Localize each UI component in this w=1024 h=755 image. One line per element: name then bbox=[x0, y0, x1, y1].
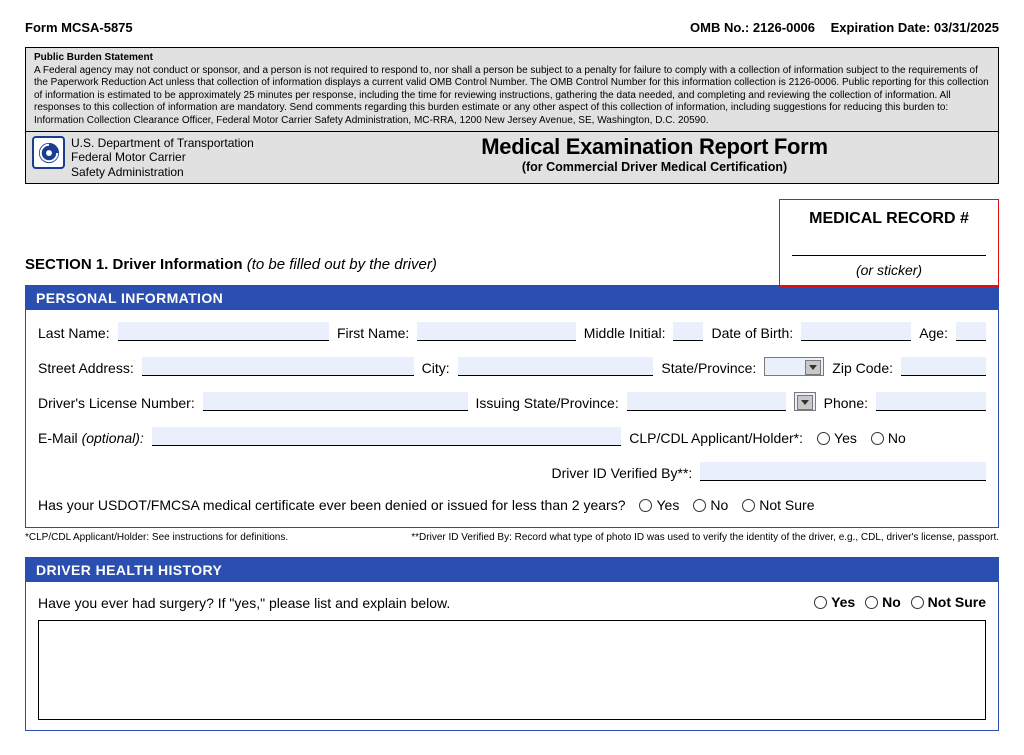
input-issuing-state[interactable] bbox=[627, 392, 786, 411]
row-name: Last Name: First Name: Middle Initial: D… bbox=[38, 322, 986, 341]
footnote-left: *CLP/CDL Applicant/Holder: See instructi… bbox=[25, 532, 288, 543]
radio-clp-no[interactable]: No bbox=[871, 430, 906, 446]
burden-statement-box: Public Burden Statement A Federal agency… bbox=[25, 47, 999, 132]
personal-info-body: Last Name: First Name: Middle Initial: D… bbox=[26, 310, 998, 527]
label-phone: Phone: bbox=[824, 395, 868, 411]
health-history-panel: DRIVER HEALTH HISTORY Have you ever had … bbox=[25, 557, 999, 731]
medical-record-input[interactable] bbox=[792, 232, 986, 256]
section-1-label: SECTION 1. Driver Information bbox=[25, 256, 243, 273]
medical-record-sticker-note: (or sticker) bbox=[792, 262, 986, 278]
section-1-note: (to be filled out by the driver) bbox=[247, 256, 437, 273]
radio-denied-no[interactable]: No bbox=[693, 497, 728, 513]
medical-record-title: MEDICAL RECORD # bbox=[792, 210, 986, 228]
health-history-header: DRIVER HEALTH HISTORY bbox=[26, 558, 998, 582]
form-header-row: Form MCSA-5875 OMB No.: 2126-0006 Expira… bbox=[25, 20, 999, 35]
input-phone[interactable] bbox=[876, 392, 986, 411]
label-dob: Date of Birth: bbox=[711, 325, 793, 341]
input-city[interactable] bbox=[458, 357, 654, 376]
radio-denied-notsure[interactable]: Not Sure bbox=[742, 497, 814, 513]
form-number: Form MCSA-5875 bbox=[25, 20, 133, 35]
medical-record-box: MEDICAL RECORD # (or sticker) bbox=[779, 199, 999, 287]
form-title: Medical Examination Report Form bbox=[311, 134, 998, 160]
health-history-body: Have you ever had surgery? If "yes," ple… bbox=[26, 582, 998, 730]
header-right: OMB No.: 2126-0006 Expiration Date: 03/3… bbox=[678, 20, 999, 35]
label-middle-initial: Middle Initial: bbox=[584, 325, 666, 341]
label-state: State/Province: bbox=[661, 360, 756, 376]
row-address: Street Address: City: State/Province: Zi… bbox=[38, 357, 986, 376]
label-dl-number: Driver's License Number: bbox=[38, 395, 195, 411]
input-dl-number[interactable] bbox=[203, 392, 468, 411]
input-last-name[interactable] bbox=[118, 322, 329, 341]
row-license: Driver's License Number: Issuing State/P… bbox=[38, 392, 986, 411]
input-street[interactable] bbox=[142, 357, 414, 376]
row-verified: Driver ID Verified By**: bbox=[38, 462, 986, 481]
personal-info-panel: PERSONAL INFORMATION Last Name: First Na… bbox=[25, 285, 999, 528]
surgery-options: Yes No Not Sure bbox=[808, 594, 986, 612]
footnote-right: **Driver ID Verified By: Record what typ… bbox=[411, 532, 999, 543]
label-denied-q: Has your USDOT/FMCSA medical certificate… bbox=[38, 497, 625, 513]
dropdown-issuing-state[interactable] bbox=[794, 392, 816, 411]
radio-surgery-no[interactable]: No bbox=[865, 594, 901, 610]
expiration-date: Expiration Date: 03/31/2025 bbox=[831, 20, 999, 35]
label-surgery-q: Have you ever had surgery? If "yes," ple… bbox=[38, 595, 450, 611]
omb-number: OMB No.: 2126-0006 bbox=[690, 20, 815, 35]
radio-denied-yes[interactable]: Yes bbox=[639, 497, 679, 513]
row-denied-question: Has your USDOT/FMCSA medical certificate… bbox=[38, 497, 986, 513]
agency-name: U.S. Department of Transportation Federa… bbox=[71, 132, 311, 183]
burden-title: Public Burden Statement bbox=[34, 52, 990, 65]
personal-info-header: PERSONAL INFORMATION bbox=[26, 286, 998, 310]
label-first-name: First Name: bbox=[337, 325, 409, 341]
label-verified: Driver ID Verified By**: bbox=[551, 465, 692, 481]
radio-clp-yes[interactable]: Yes bbox=[817, 430, 857, 446]
label-email: E-Mail (optional): bbox=[38, 430, 144, 446]
label-city: City: bbox=[422, 360, 450, 376]
input-middle-initial[interactable] bbox=[673, 322, 703, 341]
footnotes-row: *CLP/CDL Applicant/Holder: See instructi… bbox=[25, 532, 999, 543]
input-dob[interactable] bbox=[801, 322, 911, 341]
label-street: Street Address: bbox=[38, 360, 134, 376]
row-surgery-question: Have you ever had surgery? If "yes," ple… bbox=[38, 594, 986, 612]
input-first-name[interactable] bbox=[417, 322, 576, 341]
agency-line3: Safety Administration bbox=[71, 165, 311, 179]
radio-surgery-yes[interactable]: Yes bbox=[814, 594, 855, 610]
label-clp: CLP/CDL Applicant/Holder*: bbox=[629, 430, 803, 446]
form-subtitle: (for Commercial Driver Medical Certifica… bbox=[311, 160, 998, 174]
form-title-block: Medical Examination Report Form (for Com… bbox=[311, 132, 998, 183]
agency-line2: Federal Motor Carrier bbox=[71, 150, 311, 164]
input-age[interactable] bbox=[956, 322, 986, 341]
radio-surgery-notsure[interactable]: Not Sure bbox=[911, 594, 986, 610]
agency-title-bar: U.S. Department of Transportation Federa… bbox=[25, 132, 999, 184]
dropdown-state[interactable] bbox=[764, 357, 824, 376]
label-age: Age: bbox=[919, 325, 948, 341]
input-verified[interactable] bbox=[700, 462, 986, 481]
input-zip[interactable] bbox=[901, 357, 986, 376]
label-last-name: Last Name: bbox=[38, 325, 110, 341]
input-email[interactable] bbox=[152, 427, 621, 446]
dot-logo-icon bbox=[32, 136, 65, 169]
row-email-clp: E-Mail (optional): CLP/CDL Applicant/Hol… bbox=[38, 427, 986, 446]
label-zip: Zip Code: bbox=[832, 360, 893, 376]
surgery-explain-textarea[interactable] bbox=[38, 620, 986, 720]
burden-text: A Federal agency may not conduct or spon… bbox=[34, 65, 989, 126]
label-issuing-state: Issuing State/Province: bbox=[476, 395, 619, 411]
agency-line1: U.S. Department of Transportation bbox=[71, 136, 311, 150]
